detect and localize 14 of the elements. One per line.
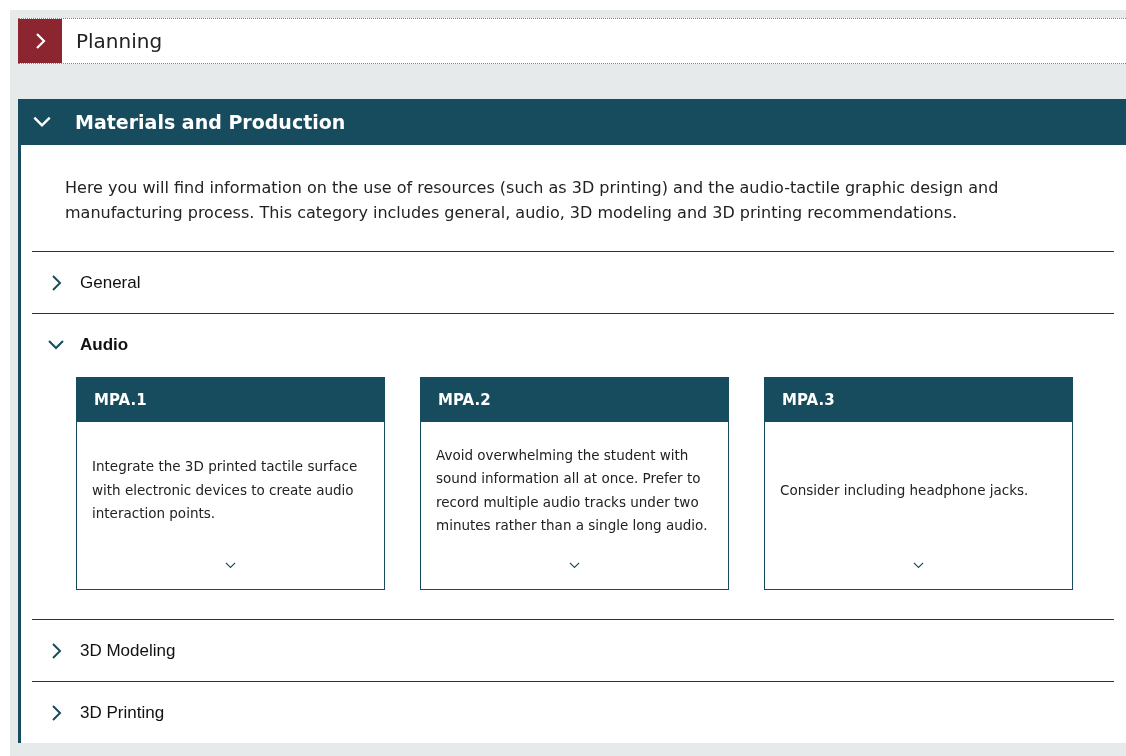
card-header: MPA.3: [765, 378, 1072, 422]
expand-button[interactable]: [18, 19, 62, 63]
section-header[interactable]: Audio: [32, 314, 1114, 375]
card-header: MPA.1: [77, 378, 384, 422]
category-header[interactable]: Materials and Production: [21, 99, 1126, 145]
description-text: Here you will find information on the use of resources (such as 3D printing) and the audio-tactile graphic design and manufacturing process. This category includes general, audio, 3D modeling and 3D printing recommendations.: [64, 177, 1000, 224]
card-header: MPA.2: [421, 378, 728, 422]
section-header[interactable]: 3D Printing: [32, 682, 1114, 743]
category-title: Planning: [75, 28, 163, 55]
section-header[interactable]: 3D Modeling: [32, 620, 1114, 681]
card-text: Integrate the 3D printed tactile surface with electronic devices to create audio interaction points.: [92, 457, 359, 524]
card-text: Consider including headphone jacks.: [780, 480, 1029, 500]
section-header[interactable]: General: [32, 252, 1114, 313]
card-text: Avoid overwhelming the student with sound information all at once. Prefer to record multiple audio tracks under two minutes rather than a single long audio.: [436, 445, 709, 535]
